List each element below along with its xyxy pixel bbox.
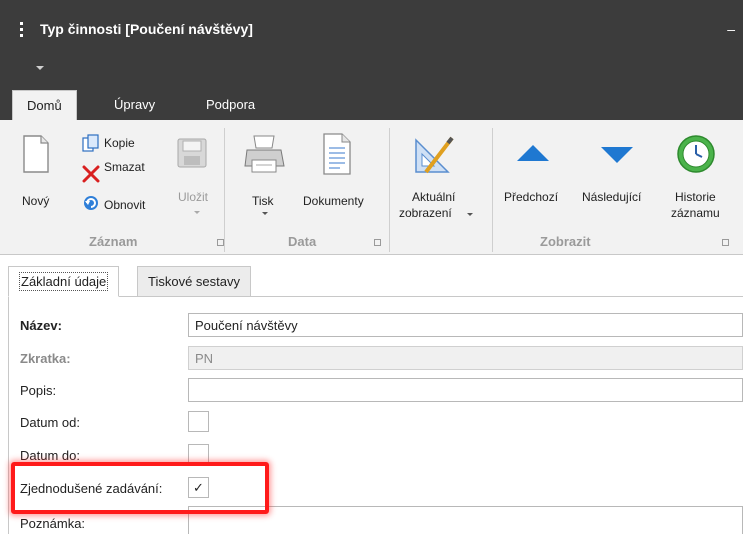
new-label: Nový	[22, 194, 50, 208]
history-label-2: záznamu	[671, 206, 720, 220]
title-bar: Typ činnosti [Poučení návštěvy] –	[0, 0, 743, 84]
tab-domu[interactable]: Domů	[12, 90, 77, 120]
refresh-label: Obnovit	[104, 198, 146, 212]
copy-icon	[82, 134, 99, 152]
save-label: Uložit	[178, 190, 209, 204]
datum-od-label: Datum od:	[20, 415, 80, 430]
nazev-field[interactable]: Poučení návštěvy	[188, 313, 743, 337]
refresh-icon	[84, 196, 98, 210]
tab-zakladni-udaje[interactable]: Základní údaje	[8, 266, 120, 297]
window-title: Typ činnosti [Poučení návštěvy]	[40, 21, 253, 37]
print-label: Tisk	[252, 194, 274, 208]
highlight-annotation	[11, 462, 269, 514]
ribbon-tabs: Domů Úpravy Podpora	[0, 84, 743, 120]
arrow-up-icon	[517, 145, 549, 161]
arrow-down-icon	[601, 147, 633, 163]
tab-podpora[interactable]: Podpora	[192, 90, 269, 120]
nazev-label: Název:	[20, 318, 62, 333]
copy-label: Kopie	[104, 136, 135, 150]
current-view-label-2: zobrazení	[399, 206, 452, 220]
delete-label: Smazat	[104, 160, 145, 174]
datum-do-label: Datum do:	[20, 448, 80, 463]
group-label-zaznam: Záznam	[89, 234, 138, 249]
group-launcher-icon[interactable]	[217, 239, 224, 246]
zkratka-field[interactable]: PN	[188, 346, 743, 370]
separator	[492, 128, 493, 252]
previous-label: Předchozí	[504, 190, 559, 204]
popis-label: Popis:	[20, 383, 57, 398]
print-dropdown-icon[interactable]	[262, 212, 268, 215]
tab-upravy[interactable]: Úpravy	[100, 90, 169, 120]
tab-label: Základní údaje	[19, 272, 109, 291]
group-label-data: Data	[288, 234, 317, 249]
poznamka-field[interactable]	[188, 506, 743, 534]
current-view-dropdown-icon[interactable]	[467, 213, 473, 216]
ribbon: Nový Kopie Smazat Obnovit Uložit Tisk Do…	[0, 120, 743, 255]
group-launcher-icon[interactable]	[374, 239, 381, 246]
view-settings-icon	[415, 136, 454, 174]
poznamka-label: Poznámka:	[20, 516, 86, 531]
new-document-icon	[23, 135, 49, 173]
zkratka-label: Zkratka:	[20, 351, 71, 366]
group-label-zobrazit: Zobrazit	[540, 234, 591, 249]
next-label: Následující	[582, 190, 642, 204]
save-disk-icon	[177, 138, 207, 168]
delete-x-icon	[82, 165, 100, 183]
datum-od-checkbox[interactable]	[188, 411, 209, 432]
current-view-label-1: Aktuální	[412, 190, 456, 204]
minimize-icon[interactable]: –	[727, 21, 735, 37]
popis-field[interactable]	[188, 378, 743, 402]
separator	[389, 128, 390, 252]
history-label-1: Historie	[675, 190, 716, 204]
documents-label: Dokumenty	[303, 194, 364, 208]
printer-icon	[244, 135, 285, 173]
separator	[224, 128, 225, 252]
save-dropdown-icon	[194, 211, 200, 214]
quick-access-dropdown-icon[interactable]	[36, 66, 44, 70]
group-launcher-icon[interactable]	[722, 239, 729, 246]
documents-icon	[323, 133, 351, 175]
history-clock-icon	[677, 135, 715, 173]
menu-dots-icon[interactable]	[20, 22, 24, 38]
tab-tiskove-sestavy[interactable]: Tiskové sestavy	[137, 266, 251, 297]
